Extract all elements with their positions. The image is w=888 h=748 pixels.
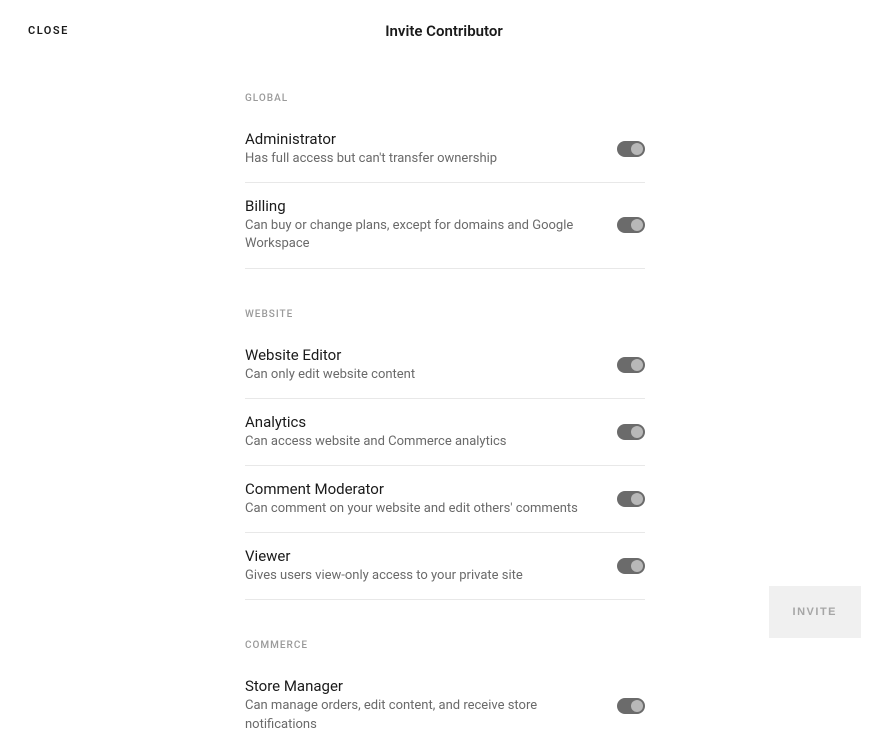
permission-title: Administrator: [245, 130, 597, 148]
toggle-analytics[interactable]: [617, 424, 645, 440]
toggle-comment-moderator[interactable]: [617, 491, 645, 507]
permission-row-website-editor: Website Editor Can only edit website con…: [245, 332, 645, 399]
permission-desc: Can access website and Commerce analytic…: [245, 433, 597, 451]
toggle-viewer[interactable]: [617, 558, 645, 574]
toggle-billing[interactable]: [617, 217, 645, 233]
permission-desc: Can only edit website content: [245, 366, 597, 384]
toggle-store-manager[interactable]: [617, 698, 645, 714]
permission-row-viewer: Viewer Gives users view-only access to y…: [245, 533, 645, 600]
permission-desc: Gives users view-only access to your pri…: [245, 567, 597, 585]
permission-desc: Has full access but can't transfer owner…: [245, 150, 597, 168]
toggle-website-editor[interactable]: [617, 357, 645, 373]
permission-row-comment-moderator: Comment Moderator Can comment on your we…: [245, 466, 645, 533]
permission-desc: Can buy or change plans, except for doma…: [245, 217, 597, 253]
permissions-content: GLOBAL Administrator Has full access but…: [218, 93, 888, 748]
section-label-website: WEBSITE: [245, 309, 645, 320]
toggle-administrator[interactable]: [617, 141, 645, 157]
permission-title: Analytics: [245, 413, 597, 431]
permission-title: Comment Moderator: [245, 480, 597, 498]
permission-row-billing: Billing Can buy or change plans, except …: [245, 183, 645, 268]
close-button[interactable]: CLOSE: [28, 24, 69, 37]
dialog-header: CLOSE Invite Contributor: [0, 0, 888, 61]
permission-title: Store Manager: [245, 677, 597, 695]
permission-desc: Can manage orders, edit content, and rec…: [245, 697, 597, 733]
page-title: Invite Contributor: [385, 22, 503, 40]
section-label-global: GLOBAL: [245, 93, 645, 104]
permission-row-administrator: Administrator Has full access but can't …: [245, 116, 645, 183]
permission-title: Viewer: [245, 547, 597, 565]
permission-desc: Can comment on your website and edit oth…: [245, 500, 597, 518]
permission-title: Website Editor: [245, 346, 597, 364]
permission-row-analytics: Analytics Can access website and Commerc…: [245, 399, 645, 466]
permission-row-store-manager: Store Manager Can manage orders, edit co…: [245, 663, 645, 747]
section-label-commerce: COMMERCE: [245, 640, 645, 651]
permission-title: Billing: [245, 197, 597, 215]
invite-button[interactable]: INVITE: [769, 586, 861, 638]
